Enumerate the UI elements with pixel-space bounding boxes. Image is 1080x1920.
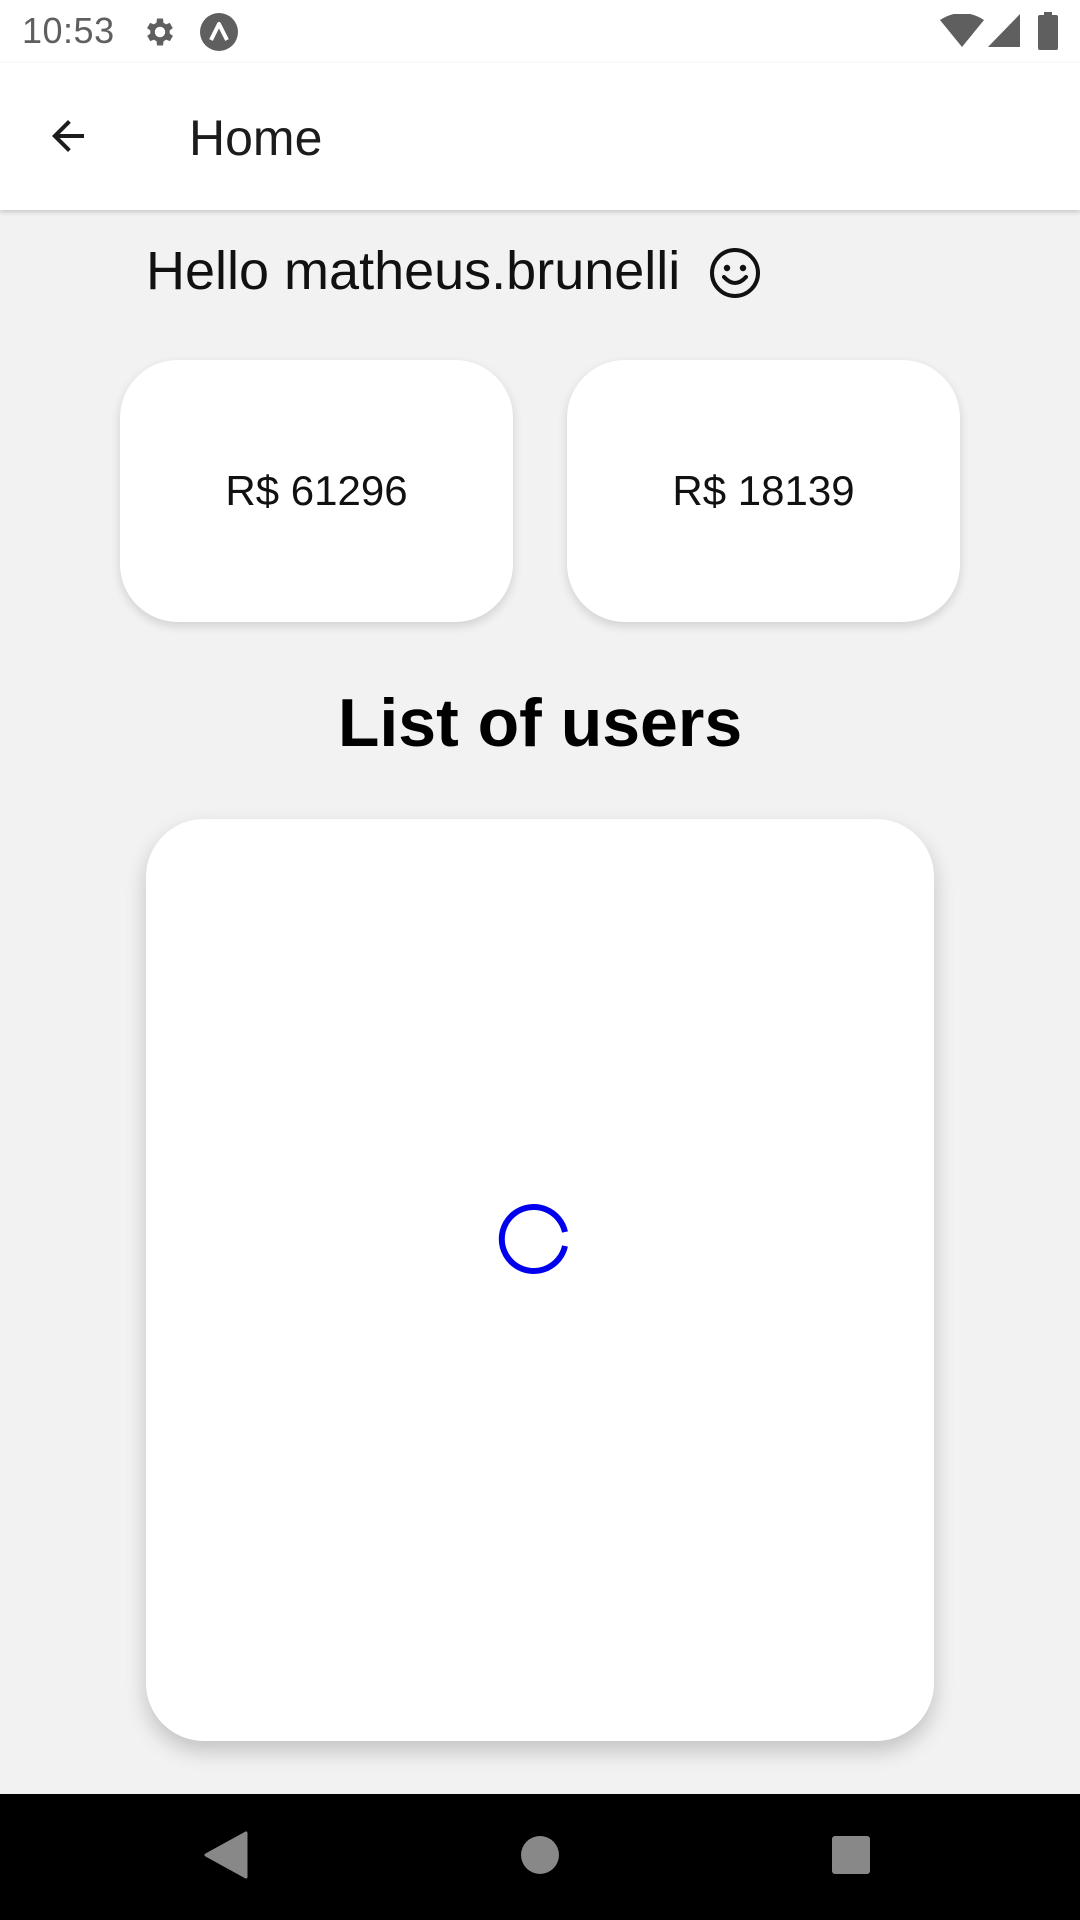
- arrow-back-icon: [44, 112, 92, 165]
- nav-home-icon: [518, 1833, 562, 1882]
- users-list-panel[interactable]: [146, 819, 934, 1741]
- status-time: 10:53: [22, 10, 115, 51]
- signal-icon: [988, 14, 1020, 53]
- status-bar: 10:53: [0, 0, 1080, 63]
- app-logo-icon: [199, 12, 239, 57]
- wifi-icon: [940, 13, 984, 53]
- balance-card-value: R$ 18139: [672, 467, 855, 514]
- smiley-icon: [709, 247, 761, 312]
- users-section-title: List of users: [337, 685, 743, 761]
- back-button[interactable]: [28, 103, 108, 173]
- app-bar: Home: [0, 63, 1080, 210]
- loading-spinner-icon: [495, 1199, 575, 1279]
- nav-back-icon: [202, 1831, 248, 1884]
- greeting-text: Hello matheus.brunelli: [146, 241, 681, 301]
- balance-card: R$ 61296: [120, 360, 513, 622]
- nav-recents-icon: [829, 1833, 873, 1882]
- nav-home-button[interactable]: [507, 1824, 573, 1890]
- gear-icon: [142, 14, 178, 55]
- nav-recents-button[interactable]: [818, 1824, 884, 1890]
- greeting: Hello matheus.brunelli: [146, 240, 761, 312]
- battery-icon: [1038, 12, 1058, 55]
- page-title: Home: [189, 110, 323, 166]
- balance-card-value: R$ 61296: [225, 467, 408, 514]
- system-nav-bar: [0, 1794, 1080, 1920]
- balance-card: R$ 18139: [567, 360, 960, 622]
- nav-back-button[interactable]: [192, 1824, 258, 1890]
